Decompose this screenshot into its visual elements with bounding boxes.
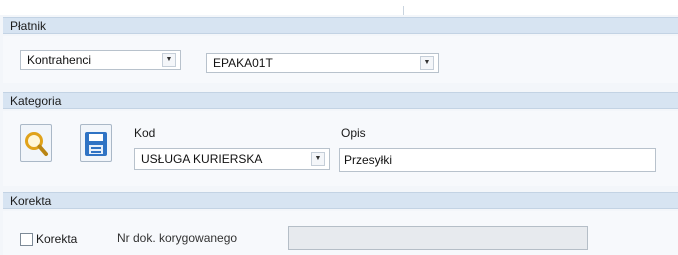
search-button[interactable] [20,124,52,162]
section-title: Korekta [10,194,52,208]
section-header-platnik: Płatnik [3,17,678,34]
opis-field[interactable]: Przesyłki [339,148,656,172]
section-header-kategoria: Kategoria [3,92,678,109]
payer-code-select[interactable]: EPAKA01T ▼ [206,53,439,73]
chevron-down-icon[interactable]: ▼ [311,152,325,166]
chevron-down-icon[interactable]: ▼ [162,53,176,67]
payer-type-value: Kontrahenci [27,53,92,67]
payer-code-value: EPAKA01T [213,56,273,70]
top-strip [0,0,678,15]
opis-label: Opis [341,126,366,140]
save-button[interactable] [80,124,112,162]
nr-dok-field [288,226,588,250]
chevron-down-icon[interactable]: ▼ [420,56,434,70]
korekta-checkbox-label[interactable]: Korekta [36,232,77,246]
section-header-korekta: Korekta [3,192,678,209]
section-title: Płatnik [10,19,47,33]
floppy-disk-icon [85,132,107,156]
section-title: Kategoria [10,94,62,108]
magnifier-icon [25,132,48,156]
korekta-checkbox[interactable] [20,233,33,246]
kod-select[interactable]: USŁUGA KURIERSKA ▼ [134,148,330,170]
kod-label: Kod [134,126,156,140]
opis-value: Przesyłki [344,153,393,167]
nr-dok-label: Nr dok. korygowanego [117,231,238,245]
payer-type-select[interactable]: Kontrahenci ▼ [20,50,181,70]
kod-value: USŁUGA KURIERSKA [141,152,263,166]
